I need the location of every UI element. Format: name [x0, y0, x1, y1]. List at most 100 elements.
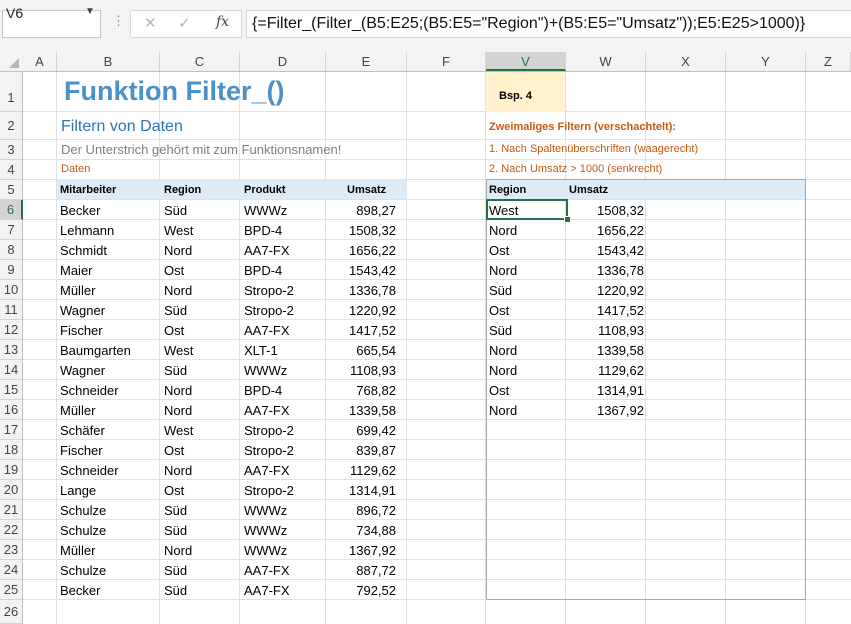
source-cell-produkt[interactable]: Stropo-2: [244, 423, 294, 438]
source-cell-produkt[interactable]: WWWz: [244, 523, 287, 538]
source-cell-region[interactable]: Süd: [164, 203, 187, 218]
source-cell-produkt[interactable]: WWWz: [244, 543, 287, 558]
column-header-d[interactable]: D: [240, 52, 326, 71]
source-cell-produkt[interactable]: Stropo-2: [244, 443, 294, 458]
row-header-4[interactable]: 4: [0, 160, 22, 180]
row-header-12[interactable]: 12: [0, 320, 22, 340]
row-header-2[interactable]: 2: [0, 112, 22, 140]
row-header-23[interactable]: 23: [0, 540, 22, 560]
row-header-17[interactable]: 17: [0, 420, 22, 440]
source-cell-umsatz[interactable]: 896,72: [326, 503, 396, 518]
source-cell-region[interactable]: Süd: [164, 503, 187, 518]
source-header-umsatz[interactable]: Umsatz: [347, 184, 386, 196]
row-header-13[interactable]: 13: [0, 340, 22, 360]
source-cell-mitarbeiter[interactable]: Becker: [60, 203, 100, 218]
source-cell-produkt[interactable]: Stropo-2: [244, 303, 294, 318]
source-cell-produkt[interactable]: AA7-FX: [244, 463, 290, 478]
row-header-3[interactable]: 3: [0, 140, 22, 160]
source-cell-region[interactable]: West: [164, 423, 193, 438]
source-cell-umsatz[interactable]: 898,27: [326, 203, 396, 218]
row-header-8[interactable]: 8: [0, 240, 22, 260]
column-header-x[interactable]: X: [646, 52, 726, 71]
source-cell-mitarbeiter[interactable]: Müller: [60, 283, 95, 298]
source-cell-produkt[interactable]: AA7-FX: [244, 323, 290, 338]
source-cell-produkt[interactable]: XLT-1: [244, 343, 278, 358]
row-header-6[interactable]: 6: [0, 200, 23, 220]
enter-icon[interactable]: ✓: [178, 14, 191, 32]
source-cell-mitarbeiter[interactable]: Lehmann: [60, 223, 114, 238]
fill-handle[interactable]: [564, 216, 571, 223]
source-cell-produkt[interactable]: WWWz: [244, 363, 287, 378]
source-cell-umsatz[interactable]: 1220,92: [326, 303, 396, 318]
row-header-26[interactable]: 26: [0, 600, 22, 624]
source-cell-mitarbeiter[interactable]: Müller: [60, 543, 95, 558]
row-header-21[interactable]: 21: [0, 500, 22, 520]
source-cell-region[interactable]: Nord: [164, 463, 192, 478]
source-cell-mitarbeiter[interactable]: Schneider: [60, 383, 119, 398]
column-header-v[interactable]: V: [486, 52, 566, 71]
row-header-20[interactable]: 20: [0, 480, 22, 500]
source-cell-produkt[interactable]: BPD-4: [244, 263, 282, 278]
source-cell-region[interactable]: West: [164, 223, 193, 238]
source-cell-region[interactable]: Nord: [164, 283, 192, 298]
source-cell-umsatz[interactable]: 734,88: [326, 523, 396, 538]
source-cell-mitarbeiter[interactable]: Becker: [60, 583, 100, 598]
source-cell-umsatz[interactable]: 768,82: [326, 383, 396, 398]
source-header-produkt[interactable]: Produkt: [244, 184, 286, 196]
source-cell-mitarbeiter[interactable]: Baumgarten: [60, 343, 131, 358]
row-header-15[interactable]: 15: [0, 380, 22, 400]
row-header-16[interactable]: 16: [0, 400, 22, 420]
source-cell-produkt[interactable]: BPD-4: [244, 383, 282, 398]
source-cell-mitarbeiter[interactable]: Fischer: [60, 443, 103, 458]
column-header-f[interactable]: F: [407, 52, 486, 71]
row-header-19[interactable]: 19: [0, 460, 22, 480]
source-cell-umsatz[interactable]: 1656,22: [326, 243, 396, 258]
source-cell-umsatz[interactable]: 699,42: [326, 423, 396, 438]
source-cell-region[interactable]: Nord: [164, 243, 192, 258]
source-cell-mitarbeiter[interactable]: Schäfer: [60, 423, 105, 438]
source-cell-region[interactable]: West: [164, 343, 193, 358]
source-cell-region[interactable]: Nord: [164, 403, 192, 418]
column-header-y[interactable]: Y: [726, 52, 806, 71]
source-cell-produkt[interactable]: Stropo-2: [244, 283, 294, 298]
source-cell-region[interactable]: Ost: [164, 483, 184, 498]
source-cell-produkt[interactable]: WWWz: [244, 503, 287, 518]
source-cell-umsatz[interactable]: 1543,42: [326, 263, 396, 278]
source-header-region[interactable]: Region: [164, 184, 201, 196]
source-cell-mitarbeiter[interactable]: Schulze: [60, 563, 106, 578]
source-cell-produkt[interactable]: AA7-FX: [244, 403, 290, 418]
source-cell-umsatz[interactable]: 887,72: [326, 563, 396, 578]
row-header-18[interactable]: 18: [0, 440, 22, 460]
column-header-z[interactable]: Z: [806, 52, 851, 71]
row-header-9[interactable]: 9: [0, 260, 22, 280]
column-header-c[interactable]: C: [160, 52, 240, 71]
active-cell-selection[interactable]: [486, 199, 568, 220]
source-cell-produkt[interactable]: BPD-4: [244, 223, 282, 238]
source-cell-umsatz[interactable]: 1417,52: [326, 323, 396, 338]
column-header-b[interactable]: B: [57, 52, 160, 71]
source-cell-produkt[interactable]: AA7-FX: [244, 563, 290, 578]
source-cell-umsatz[interactable]: 839,87: [326, 443, 396, 458]
row-header-11[interactable]: 11: [0, 300, 22, 320]
source-cell-region[interactable]: Süd: [164, 303, 187, 318]
chevron-down-icon[interactable]: ▼: [85, 6, 95, 17]
source-cell-region[interactable]: Ost: [164, 443, 184, 458]
source-cell-mitarbeiter[interactable]: Fischer: [60, 323, 103, 338]
source-cell-mitarbeiter[interactable]: Schneider: [60, 463, 119, 478]
row-header-7[interactable]: 7: [0, 220, 22, 240]
source-cell-mitarbeiter[interactable]: Schulze: [60, 503, 106, 518]
column-header-a[interactable]: A: [23, 52, 57, 71]
cancel-icon[interactable]: ✕: [144, 14, 157, 32]
column-header-e[interactable]: E: [326, 52, 407, 71]
source-cell-umsatz[interactable]: 1367,92: [326, 543, 396, 558]
source-cell-produkt[interactable]: AA7-FX: [244, 583, 290, 598]
source-cell-region[interactable]: Süd: [164, 563, 187, 578]
source-cell-region[interactable]: Süd: [164, 583, 187, 598]
row-header-24[interactable]: 24: [0, 560, 22, 580]
source-cell-produkt[interactable]: WWWz: [244, 203, 287, 218]
source-cell-mitarbeiter[interactable]: Lange: [60, 483, 96, 498]
source-cell-region[interactable]: Ost: [164, 323, 184, 338]
source-cell-region[interactable]: Süd: [164, 363, 187, 378]
insert-function-icon[interactable]: fx: [216, 14, 229, 30]
source-cell-produkt[interactable]: Stropo-2: [244, 483, 294, 498]
